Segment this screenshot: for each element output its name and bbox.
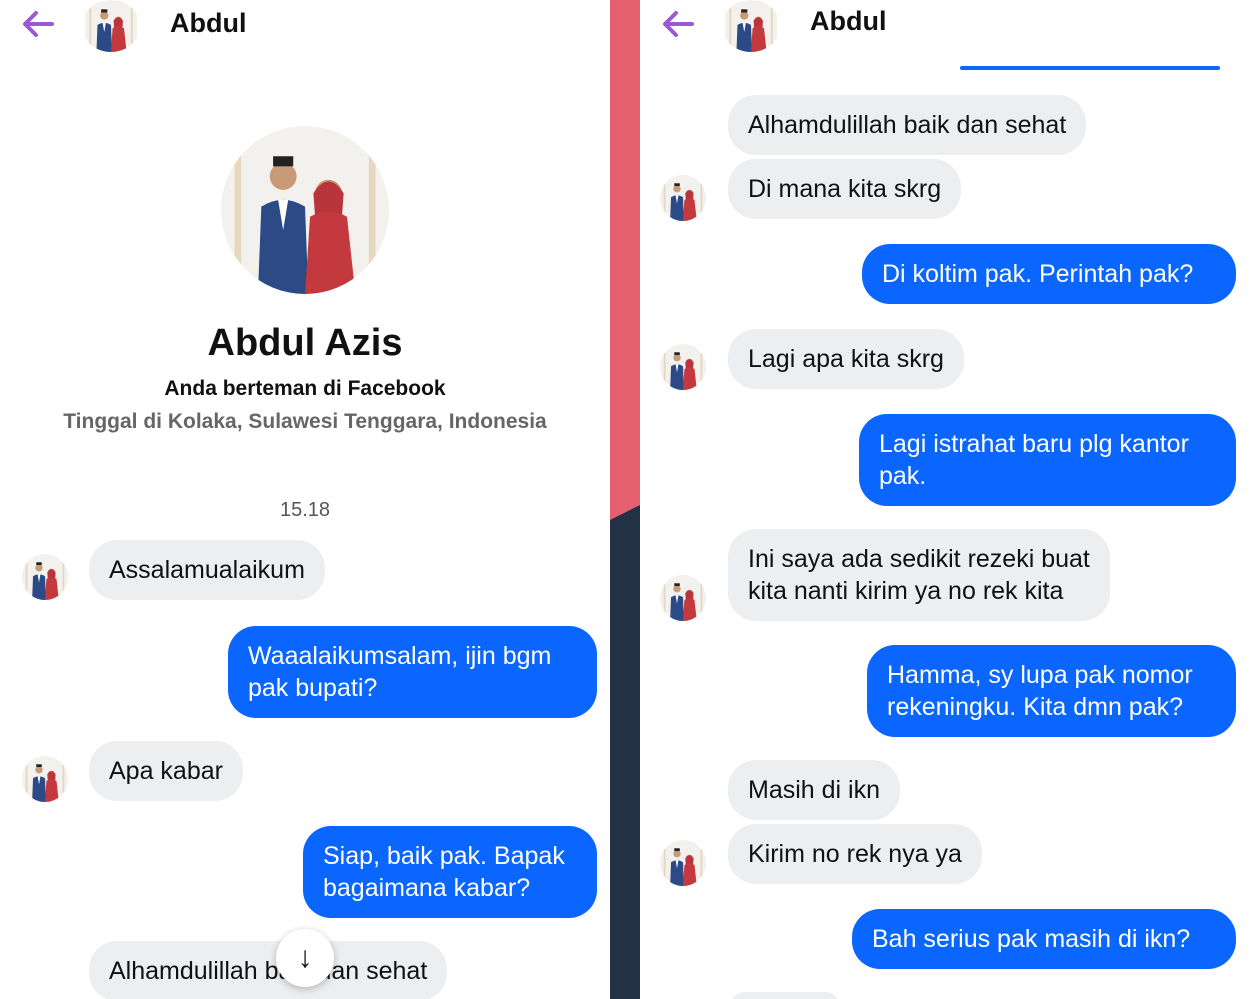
header-avatar[interactable] xyxy=(82,0,140,52)
split-divider xyxy=(610,0,640,999)
profile-full-name: Abdul Azis xyxy=(207,322,403,364)
back-arrow-icon[interactable] xyxy=(18,4,58,44)
sender-avatar xyxy=(660,575,706,621)
profile-photo[interactable] xyxy=(221,126,389,294)
sender-avatar xyxy=(660,175,706,221)
friend-status: Anda berteman di Facebook xyxy=(164,377,446,400)
header-contact-name[interactable]: Abdul xyxy=(170,8,246,39)
sender-avatar xyxy=(22,756,68,802)
message-bubble-incoming[interactable]: Kirim no rek nya ya xyxy=(728,824,982,884)
message-bubble-outgoing[interactable]: Bah serius pak masih di ikn? xyxy=(852,909,1236,969)
header-contact-name[interactable]: Abdul xyxy=(810,6,886,37)
profile-location: Tinggal di Kolaka, Sulawesi Tenggara, In… xyxy=(63,410,547,433)
message-bubble-incoming[interactable]: Ini saya ada sedikit rezeki buat kita na… xyxy=(728,529,1110,621)
message-timestamp: 15.18 xyxy=(279,499,331,521)
message-bubble-incoming[interactable]: Assalamualaikum xyxy=(89,540,325,600)
arrow-down-icon: ↓ xyxy=(297,941,313,974)
message-bubble-incoming[interactable]: Di mana kita skrg xyxy=(728,159,962,219)
message-bubble-incoming[interactable]: Alhamdulillah baik dan sehat xyxy=(89,941,448,999)
left-chat-panel: Abdul Abdul Azis Anda berteman di Facebo… xyxy=(0,0,610,999)
back-arrow-icon[interactable] xyxy=(658,4,698,44)
sender-avatar xyxy=(22,554,68,600)
divider-pink xyxy=(610,0,640,520)
right-chat-panel: Abdul Alhamdulillah baik dan sehat Di ma… xyxy=(640,0,1250,999)
header-avatar[interactable] xyxy=(722,0,780,52)
message-bubble-incoming[interactable]: Apa kabar xyxy=(89,741,243,801)
message-bubble-incoming[interactable]: Masih di ikn xyxy=(728,760,900,820)
sender-avatar xyxy=(660,344,706,390)
message-bubble-outgoing[interactable]: Siap, baik pak. Bapak bagaimana kabar? xyxy=(303,826,597,918)
message-bubble-outgoing[interactable]: Hamma, sy lupa pak nomor rekeningku. Kit… xyxy=(867,645,1236,737)
sender-avatar xyxy=(660,840,706,886)
message-bubble-partial xyxy=(730,992,840,999)
scroll-edge-line xyxy=(960,66,1220,70)
scroll-to-bottom-button[interactable]: ↓ xyxy=(276,929,334,987)
message-bubble-incoming[interactable]: Lagi apa kita skrg xyxy=(728,329,964,389)
message-bubble-incoming[interactable]: Alhamdulillah baik dan sehat xyxy=(728,95,1087,155)
message-bubble-outgoing[interactable]: Lagi istrahat baru plg kantor pak. xyxy=(859,414,1236,506)
message-bubble-outgoing[interactable]: Di koltim pak. Perintah pak? xyxy=(862,244,1236,304)
message-bubble-outgoing[interactable]: Waaalaikumsalam, ijin bgm pak bupati? xyxy=(228,626,597,718)
